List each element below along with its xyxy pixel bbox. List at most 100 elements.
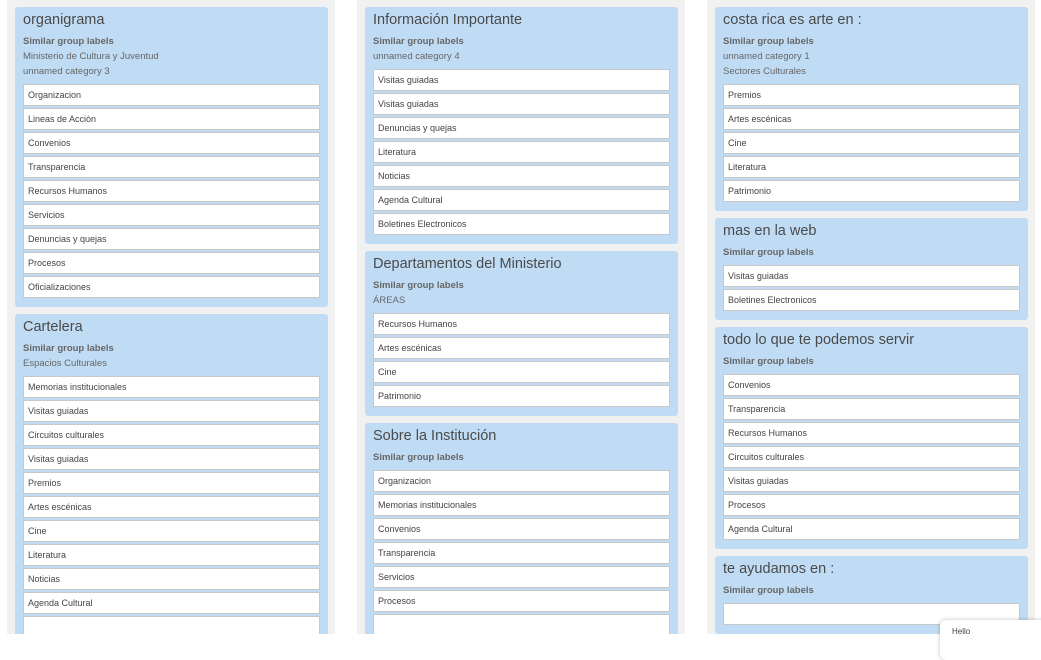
similar-labels-heading: Similar group labels — [723, 585, 814, 596]
similar-label: unnamed category 4 — [373, 51, 460, 62]
card-item[interactable]: Agenda Cultural — [23, 592, 320, 614]
similar-labels-list: Espacios Culturales — [23, 356, 320, 371]
group-card-sobre-la-institucion: Sobre la Institución Similar group labels… — [365, 423, 678, 634]
card-item[interactable]: Cine — [23, 520, 320, 542]
similar-label: Ministerio de Cultura y Juventud — [23, 51, 159, 62]
card-item[interactable]: Boletines Electronicos — [373, 213, 670, 235]
group-title: Departamentos del Ministerio — [373, 256, 562, 272]
card-item[interactable]: Noticias — [23, 568, 320, 590]
card-item[interactable]: Artes escénicas — [23, 496, 320, 518]
card-item[interactable]: Lineas de Acciòn — [23, 108, 320, 130]
card-item[interactable]: Oficializaciones — [23, 276, 320, 298]
group-card-costa-rica-es-arte-en: costa rica es arte en : Similar group lab… — [715, 7, 1028, 211]
card-item[interactable]: Procesos — [373, 590, 670, 612]
chat-popup[interactable]: Hello — [940, 620, 1041, 660]
group-title: mas en la web — [723, 223, 817, 239]
group-card-organigrama: organigrama Similar group labels Ministeri… — [15, 7, 328, 307]
similar-labels-heading: Similar group labels — [23, 36, 114, 47]
group-card-cartelera: Cartelera Similar group labels Espacios Cu… — [15, 314, 328, 634]
group-title: te ayudamos en : — [723, 561, 835, 577]
card-item[interactable]: Denuncias y quejas — [23, 228, 320, 250]
column-3: costa rica es arte en : Similar group lab… — [707, 0, 1035, 634]
card-item[interactable]: Visitas guiadas — [723, 265, 1020, 287]
similar-labels-list: ÁREAS — [373, 293, 670, 308]
card-item[interactable]: Cine — [373, 361, 670, 383]
group-card-todo-lo-que-te-podemos-servir: todo lo que te podemos servir Similar gro… — [715, 327, 1028, 549]
card-item[interactable]: Visitas guiadas — [723, 470, 1020, 492]
card-item[interactable]: Transparencia — [723, 398, 1020, 420]
card-item[interactable]: Servicios — [23, 204, 320, 226]
card-item[interactable]: Visitas guiadas — [23, 448, 320, 470]
group-title: Información Importante — [373, 12, 523, 28]
card-item[interactable]: Convenios — [373, 518, 670, 540]
card-item[interactable]: Premios — [23, 472, 320, 494]
card-item[interactable]: Circuitos culturales — [23, 424, 320, 446]
similar-label: unnamed category 3 — [23, 66, 110, 77]
card-item[interactable]: Literatura — [373, 141, 670, 163]
column-2: Información Importante Similar group labe… — [357, 0, 685, 634]
card-list: Visitas guiadas Boletines Electronicos — [723, 265, 1020, 311]
card-item[interactable]: Procesos — [723, 494, 1020, 516]
card-item[interactable]: Transparencia — [373, 542, 670, 564]
card-item[interactable]: Convenios — [723, 374, 1020, 396]
card-item[interactable]: Visitas guiadas — [373, 93, 670, 115]
card-item[interactable]: Convenios — [23, 132, 320, 154]
card-item[interactable]: Premios — [723, 84, 1020, 106]
card-item[interactable]: Procesos — [23, 252, 320, 274]
similar-labels-heading: Similar group labels — [723, 356, 814, 367]
card-item[interactable]: Circuitos culturales — [723, 446, 1020, 468]
group-card-informacion-importante: Información Importante Similar group labe… — [365, 7, 678, 244]
similar-labels-heading: Similar group labels — [373, 36, 464, 47]
card-item[interactable]: Memorias institucionales — [23, 376, 320, 398]
similar-labels-heading: Similar group labels — [373, 280, 464, 291]
card-item[interactable]: Literatura — [723, 156, 1020, 178]
card-item[interactable]: Transparencia — [23, 156, 320, 178]
group-title: todo lo que te podemos servir — [723, 332, 915, 348]
similar-label: Espacios Culturales — [23, 358, 107, 369]
similar-labels-heading: Similar group labels — [23, 343, 114, 354]
card-item[interactable]: Agenda Cultural — [723, 518, 1020, 540]
similar-label: Sectores Culturales — [723, 66, 806, 77]
group-title: organigrama — [23, 12, 105, 28]
similar-labels-list: unnamed category 4 — [373, 49, 670, 64]
card-list: Memorias institucionales Visitas guiadas C… — [23, 376, 320, 634]
card-item[interactable]: Organizacion — [373, 470, 670, 492]
card-item[interactable]: Boletines Electronicos — [723, 289, 1020, 311]
card-list: Premios Artes escénicas Cine Literatura Patr… — [723, 84, 1020, 202]
card-item[interactable]: Servicios — [373, 566, 670, 588]
card-item[interactable]: Organizacion — [23, 84, 320, 106]
card-item[interactable]: Patrimonio — [723, 180, 1020, 202]
similar-label: ÁREAS — [373, 295, 406, 306]
group-title: costa rica es arte en : — [723, 12, 862, 28]
group-title: Cartelera — [23, 319, 83, 335]
card-item[interactable] — [373, 614, 670, 634]
card-item[interactable]: Visitas guiadas — [23, 400, 320, 422]
card-item[interactable]: Agenda Cultural — [373, 189, 670, 211]
card-item[interactable]: Memorias institucionales — [373, 494, 670, 516]
card-list: Organizacion Memorias institucionales Conv… — [373, 470, 670, 634]
card-item[interactable]: Patrimonio — [373, 385, 670, 407]
card-item[interactable]: Artes escénicas — [373, 337, 670, 359]
card-item[interactable]: Artes escénicas — [723, 108, 1020, 130]
card-item[interactable]: Visitas guiadas — [373, 69, 670, 91]
similar-labels-heading: Similar group labels — [723, 247, 814, 258]
card-item[interactable]: Noticias — [373, 165, 670, 187]
card-list: Organizacion Lineas de Acciòn Convenios Tra… — [23, 84, 320, 298]
card-item[interactable]: Recursos Humanos — [723, 422, 1020, 444]
card-list: Recursos Humanos Artes escénicas Cine Patri… — [373, 313, 670, 407]
similar-labels-heading: Similar group labels — [723, 36, 814, 47]
similar-label: unnamed category 1 — [723, 51, 810, 62]
card-list: Visitas guiadas Visitas guiadas Denuncias … — [373, 69, 670, 235]
card-item[interactable] — [23, 616, 320, 634]
similar-labels-list: unnamed category 1 Sectores Culturales — [723, 49, 1020, 79]
chat-popup-text: Hello — [952, 627, 971, 636]
card-item[interactable]: Recursos Humanos — [373, 313, 670, 335]
card-item[interactable]: Cine — [723, 132, 1020, 154]
similar-labels-list: Ministerio de Cultura y Juventud unnamed … — [23, 49, 320, 79]
group-card-departamentos-del-ministerio: Departamentos del Ministerio Similar grou… — [365, 251, 678, 416]
card-item[interactable]: Denuncias y quejas — [373, 117, 670, 139]
card-item[interactable]: Literatura — [23, 544, 320, 566]
card-item[interactable]: Recursos Humanos — [23, 180, 320, 202]
similar-labels-heading: Similar group labels — [373, 452, 464, 463]
group-title: Sobre la Institución — [373, 428, 497, 444]
